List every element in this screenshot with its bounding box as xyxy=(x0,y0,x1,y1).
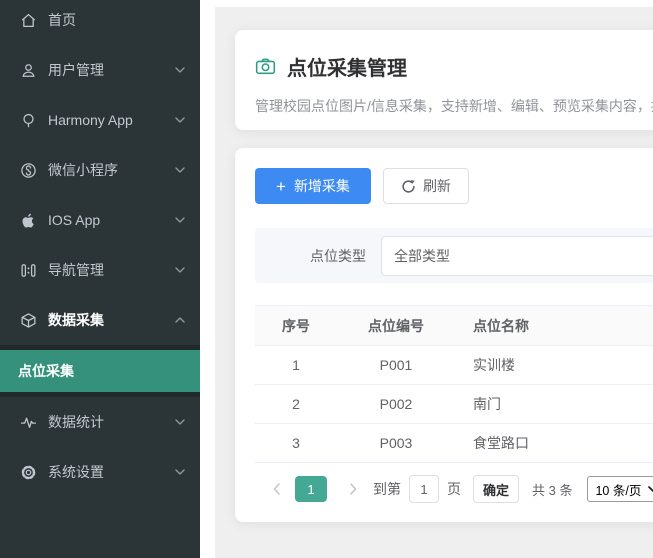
page-size-value: 10 条/页 xyxy=(595,480,641,499)
sidebar-subitem-label: 点位采集 xyxy=(18,361,74,381)
point-type-select[interactable]: 全部类型 xyxy=(381,236,653,276)
toolbar: + 新增采集 刷新 xyxy=(255,168,653,204)
sidebar-item-data-collection[interactable]: 数据采集 xyxy=(0,295,200,345)
refresh-button[interactable]: 刷新 xyxy=(383,168,469,204)
chevron-down-icon xyxy=(175,217,185,223)
pagination-bar: 1 到第 页 确定 共 3 条 10 条/页 xyxy=(255,463,653,503)
cell-index: 2 xyxy=(255,385,337,424)
table-row: 2 P002 南门 xyxy=(255,385,653,424)
cell-code: P003 xyxy=(337,424,455,463)
cell-name: 南门 xyxy=(455,385,653,424)
chevron-down-icon xyxy=(175,117,185,123)
add-collection-button[interactable]: + 新增采集 xyxy=(255,168,371,204)
chevron-down-icon xyxy=(175,267,185,273)
table-row: 3 P003 食堂路口 xyxy=(255,424,653,463)
sidebar-subitem-point-collection[interactable]: 点位采集 xyxy=(0,350,200,392)
page-header-card: 点位采集管理 管理校园点位图片/信息采集，支持新增、编辑、预览采集内容，按类型 xyxy=(235,30,653,130)
sidebar-item-ios-app[interactable]: IOS App xyxy=(0,195,200,245)
current-page-button[interactable]: 1 xyxy=(295,476,327,502)
sidebar-item-harmony-app[interactable]: Harmony App xyxy=(0,95,200,145)
page-title-row: 点位采集管理 xyxy=(255,52,653,81)
chevron-down-icon xyxy=(175,469,185,475)
page-suffix-label: 页 xyxy=(447,479,461,499)
sidebar-item-users[interactable]: 用户管理 xyxy=(0,45,200,95)
sidebar-item-label: 首页 xyxy=(48,10,76,30)
cell-index: 1 xyxy=(255,346,337,385)
sidebar-item-label: 用户管理 xyxy=(48,60,104,80)
camera-icon xyxy=(255,56,276,77)
sidebar-menu: 首页 用户管理 Harmony App 微信小程序 xyxy=(0,0,200,497)
gear-icon xyxy=(20,464,37,481)
column-header-index: 序号 xyxy=(255,306,337,346)
box-icon xyxy=(20,312,37,329)
chevron-up-icon xyxy=(175,317,185,323)
user-icon xyxy=(20,62,37,79)
data-collection-submenu: 点位采集 xyxy=(0,345,200,397)
chevron-down-icon xyxy=(175,167,185,173)
page-size-select[interactable]: 10 条/页 xyxy=(587,476,653,502)
sidebar-item-settings[interactable]: 系统设置 xyxy=(0,447,200,497)
sidebar: 首页 用户管理 Harmony App 微信小程序 xyxy=(0,0,200,558)
page-subtitle: 管理校园点位图片/信息采集，支持新增、编辑、预览采集内容，按类型 xyxy=(255,96,653,116)
sidebar-item-label: IOS App xyxy=(48,212,100,228)
chevron-down-icon xyxy=(175,67,185,73)
home-icon xyxy=(20,12,37,29)
cell-index: 3 xyxy=(255,424,337,463)
sidebar-item-label: Harmony App xyxy=(48,112,133,128)
refresh-label: 刷新 xyxy=(423,176,451,196)
sidebar-item-label: 导航管理 xyxy=(48,260,104,280)
sidebar-item-wechat-miniprogram[interactable]: 微信小程序 xyxy=(0,145,200,195)
sidebar-item-home[interactable]: 首页 xyxy=(0,0,200,45)
total-count-label: 共 3 条 xyxy=(532,480,572,499)
table-header-row: 序号 点位编号 点位名称 xyxy=(255,306,653,346)
add-collection-label: 新增采集 xyxy=(294,176,350,196)
column-header-name: 点位名称 xyxy=(455,306,653,346)
sidebar-item-label: 数据统计 xyxy=(48,412,104,432)
sidebar-item-statistics[interactable]: 数据统计 xyxy=(0,397,200,447)
sidebar-item-label: 微信小程序 xyxy=(48,160,118,180)
pulse-icon xyxy=(20,414,37,431)
column-header-code: 点位编号 xyxy=(337,306,455,346)
next-page-button[interactable] xyxy=(349,483,357,495)
filter-label: 点位类型 xyxy=(310,246,366,266)
filter-bar: 点位类型 全部类型 xyxy=(255,228,653,283)
table-row: 1 P001 实训楼 xyxy=(255,346,653,385)
sidebar-item-label: 数据采集 xyxy=(48,310,104,330)
points-table: 序号 点位编号 点位名称 1 P001 实训楼 2 P002 南门 3 xyxy=(255,305,653,463)
apple-icon xyxy=(20,212,37,229)
main-content: 点位采集管理 管理校园点位图片/信息采集，支持新增、编辑、预览采集内容，按类型 … xyxy=(215,7,653,558)
point-type-selected-value: 全部类型 xyxy=(394,246,450,266)
harmony-icon xyxy=(20,112,37,129)
cell-code: P002 xyxy=(337,385,455,424)
guide-icon xyxy=(20,262,37,279)
cell-code: P001 xyxy=(337,346,455,385)
cell-name: 实训楼 xyxy=(455,346,653,385)
prev-page-button[interactable] xyxy=(273,483,281,495)
sidebar-item-navigation[interactable]: 导航管理 xyxy=(0,245,200,295)
confirm-page-button[interactable]: 确定 xyxy=(473,475,519,503)
chevron-down-icon xyxy=(175,419,185,425)
content-card: + 新增采集 刷新 点位类型 全部类型 序 xyxy=(235,148,653,522)
page-title: 点位采集管理 xyxy=(287,52,407,81)
miniprogram-icon xyxy=(20,162,37,179)
cell-name: 食堂路口 xyxy=(455,424,653,463)
sidebar-item-label: 系统设置 xyxy=(48,462,104,482)
refresh-icon xyxy=(401,179,416,194)
plus-icon: + xyxy=(276,178,286,195)
select-chevron-icon xyxy=(648,486,653,492)
goto-page-label: 到第 xyxy=(373,479,401,499)
page-number-input[interactable] xyxy=(409,475,439,503)
